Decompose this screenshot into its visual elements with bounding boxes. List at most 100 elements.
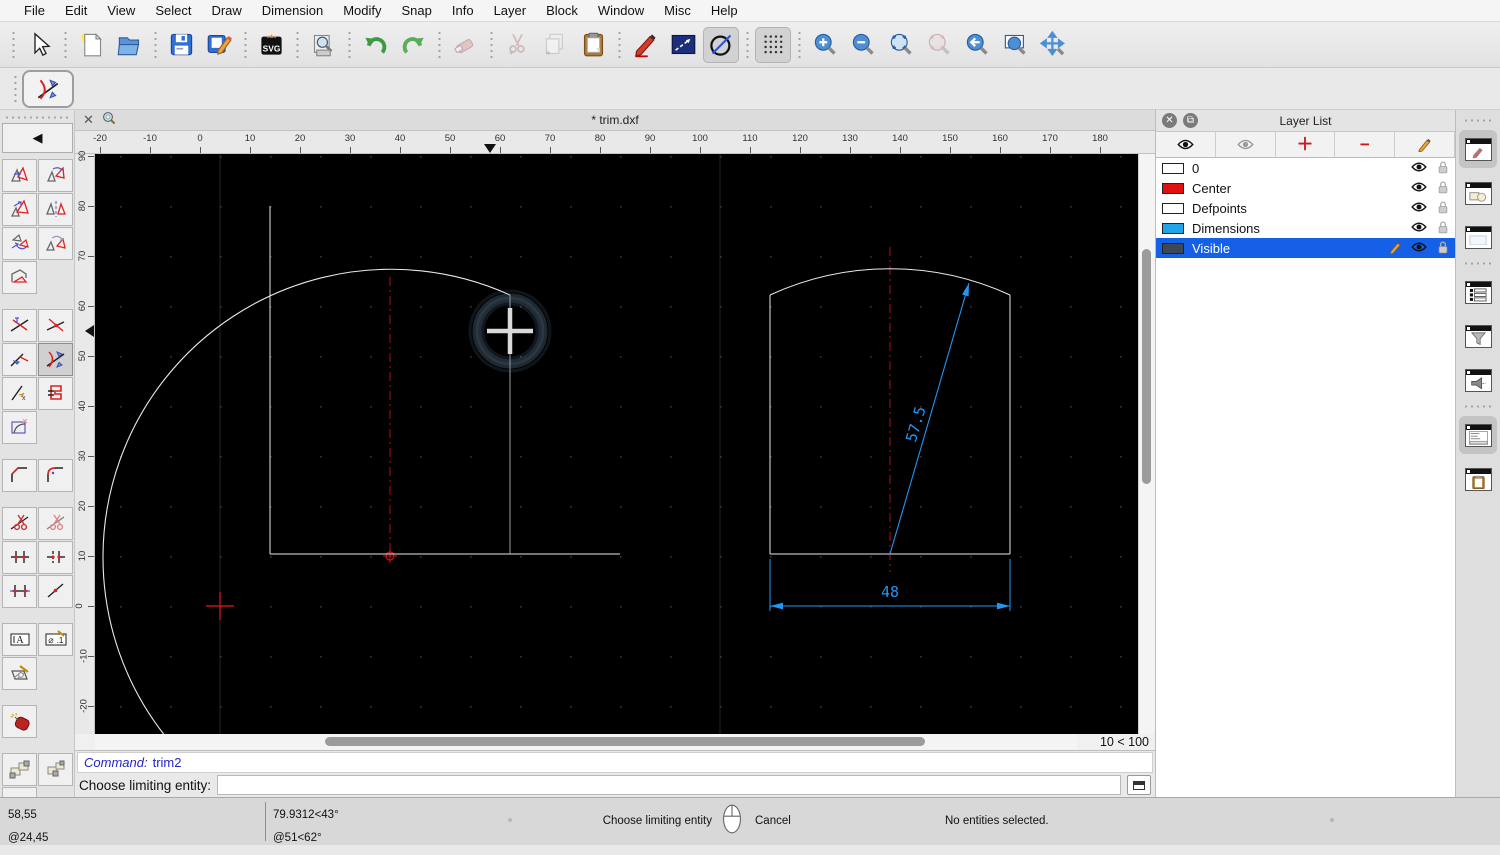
tool-cut-between[interactable] (38, 507, 73, 540)
menu-info[interactable]: Info (442, 3, 484, 18)
save-as-button[interactable] (201, 27, 237, 63)
drawing-canvas[interactable]: 57.5 48 (95, 154, 1138, 734)
select-arrow-button[interactable] (21, 27, 57, 63)
add-layer-button[interactable]: ＋ (1276, 132, 1336, 157)
tool-paint-attributes[interactable] (2, 787, 37, 797)
dock-exploder-toggle[interactable] (1459, 361, 1497, 399)
dock-command-widget-toggle[interactable] (1459, 416, 1497, 454)
toolbar-group-handle[interactable] (488, 30, 494, 59)
tool-offset[interactable] (38, 377, 73, 410)
tool-explode[interactable] (2, 705, 37, 738)
save-button[interactable] (163, 27, 199, 63)
tool-split-point[interactable] (38, 575, 73, 608)
tool-delete-segment[interactable]: x (2, 377, 37, 410)
menu-help[interactable]: Help (701, 3, 748, 18)
tool-edit-text[interactable]: A (2, 623, 37, 656)
dock-layer-list-toggle[interactable] (1459, 130, 1497, 168)
tool-bevel[interactable] (2, 459, 37, 492)
toolbar-group-handle[interactable] (294, 30, 300, 59)
toolbar-group-handle[interactable] (62, 30, 68, 59)
edit-layer-button[interactable] (1395, 132, 1455, 157)
tool-block-edit[interactable] (2, 753, 37, 786)
dock-block-list-toggle[interactable] (1459, 174, 1497, 212)
freeze-all-button[interactable] (1216, 132, 1276, 157)
tool-break-gap[interactable] (38, 541, 73, 574)
tool-edit-dimension[interactable]: ⌀ .1 (38, 623, 73, 656)
paste-button[interactable] (575, 27, 611, 63)
dock-clipboard-toggle[interactable] (1459, 460, 1497, 498)
layer-row-0[interactable]: 0 (1156, 158, 1455, 178)
toolbar-group-handle[interactable] (796, 30, 802, 59)
undo-button[interactable] (357, 27, 393, 63)
command-fullscreen-button[interactable] (1127, 775, 1151, 795)
zoom-window-button[interactable] (997, 27, 1033, 63)
menu-draw[interactable]: Draw (201, 3, 251, 18)
tool-fillet[interactable] (38, 459, 73, 492)
layer-lock-icon[interactable] (1435, 160, 1451, 177)
pen-attributes-button[interactable] (627, 27, 663, 63)
tool-mirror[interactable] (38, 193, 73, 226)
menu-file[interactable]: File (14, 3, 55, 18)
tool-revert-direction[interactable] (2, 261, 37, 294)
open-file-button[interactable] (111, 27, 147, 63)
zoom-in-button[interactable] (807, 27, 843, 63)
layer-row-defpoints[interactable]: Defpoints (1156, 198, 1455, 218)
print-preview-button[interactable] (305, 27, 341, 63)
tool-move-rotate[interactable] (2, 227, 37, 260)
draft-mode-button[interactable] (703, 26, 739, 63)
tool-stretch[interactable] (2, 575, 37, 608)
defreeze-all-button[interactable] (1156, 132, 1216, 157)
tool-scale[interactable] (2, 193, 37, 226)
layer-visibility-eye-icon[interactable] (1411, 200, 1427, 217)
tool-trim-excess[interactable] (38, 309, 73, 342)
layer-visibility-eye-icon[interactable] (1411, 220, 1427, 237)
menu-layer[interactable]: Layer (484, 3, 537, 18)
menu-window[interactable]: Window (588, 3, 654, 18)
tool-rotate-two[interactable] (38, 227, 73, 260)
layer-lock-icon[interactable] (1435, 220, 1451, 237)
toolbar-drag-handle[interactable] (12, 74, 18, 103)
layer-visibility-eye-icon[interactable] (1411, 180, 1427, 197)
zoom-auto-button[interactable] (883, 27, 919, 63)
tool-edit-hatch[interactable] (2, 657, 37, 690)
zoom-out-button[interactable] (845, 27, 881, 63)
layer-lock-icon[interactable] (1435, 180, 1451, 197)
vertical-scrollbar[interactable] (1138, 154, 1155, 734)
menu-block[interactable]: Block (536, 3, 588, 18)
tool-move[interactable] (2, 159, 37, 192)
tool-lengthen[interactable] (2, 343, 37, 376)
vertical-scrollbar-thumb[interactable] (1142, 249, 1151, 484)
horizontal-scrollbar[interactable] (95, 734, 1077, 750)
sidebar-back-button[interactable]: ◀ (2, 123, 73, 153)
menu-dimension[interactable]: Dimension (252, 3, 333, 18)
dock-entity-list-toggle[interactable] (1459, 273, 1497, 311)
toolbar-group-handle[interactable] (744, 30, 750, 59)
toolbar-group-handle[interactable] (346, 30, 352, 59)
dock-library-browser-toggle[interactable] (1459, 218, 1497, 256)
layer-visibility-eye-icon[interactable] (1411, 240, 1427, 257)
grid-toggle-button[interactable] (755, 26, 791, 63)
redo-button[interactable] (395, 27, 431, 63)
tool-trim-two[interactable] (38, 343, 73, 376)
layer-row-center[interactable]: Center (1156, 178, 1455, 198)
toolbar-group-handle[interactable] (436, 30, 442, 59)
menu-snap[interactable]: Snap (392, 3, 442, 18)
layer-row-visible[interactable]: Visible (1156, 238, 1455, 258)
svg-export-button[interactable]: SVG (253, 27, 289, 63)
zoom-pan-button[interactable] (1035, 27, 1071, 63)
tool-break-out[interactable] (2, 541, 37, 574)
menu-select[interactable]: Select (145, 3, 201, 18)
tool-rotate[interactable] (38, 159, 73, 192)
tool-trim[interactable] (2, 309, 37, 342)
layer-lock-icon[interactable] (1435, 200, 1451, 217)
toolbar-group-handle[interactable] (242, 30, 248, 59)
horizontal-scrollbar-thumb[interactable] (325, 737, 925, 746)
layer-visibility-eye-icon[interactable] (1411, 160, 1427, 177)
menu-edit[interactable]: Edit (55, 3, 97, 18)
menu-view[interactable]: View (97, 3, 145, 18)
dock-selection-filter-toggle[interactable] (1459, 317, 1497, 355)
command-input[interactable] (217, 775, 1121, 795)
tool-modify-arc[interactable] (2, 411, 37, 444)
remove-layer-button[interactable]: − (1335, 132, 1396, 157)
toolbar-group-handle[interactable] (152, 30, 158, 59)
